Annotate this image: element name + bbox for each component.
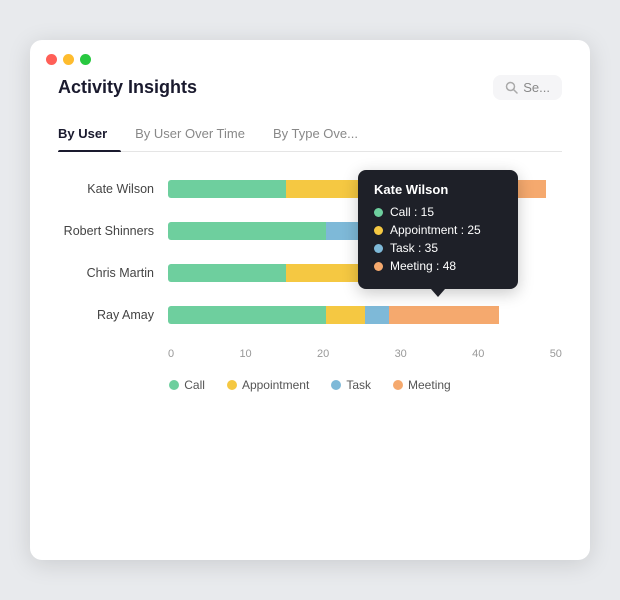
bar-call-chris — [168, 264, 286, 282]
legend-meeting-dot — [393, 380, 403, 390]
page-title: Activity Insights — [58, 77, 197, 98]
x-tick-30: 30 — [395, 348, 407, 360]
tooltip-row-meeting: Meeting : 48 — [374, 259, 502, 273]
bar-row-ray: Ray Amay — [58, 306, 562, 324]
header-row: Activity Insights Se... — [58, 75, 562, 100]
legend-call-label: Call — [184, 378, 205, 392]
bar-label-robert: Robert Shinners — [58, 224, 168, 238]
bar-call-robert — [168, 222, 326, 240]
bar-appointment-ray — [326, 306, 365, 324]
app-window: Activity Insights Se... By User By User … — [30, 40, 590, 560]
search-bar[interactable]: Se... — [493, 75, 562, 100]
legend-task-dot — [331, 380, 341, 390]
bar-label-chris: Chris Martin — [58, 266, 168, 280]
bar-label-ray: Ray Amay — [58, 308, 168, 322]
search-label: Se... — [523, 80, 550, 95]
search-icon — [505, 81, 518, 94]
maximize-dot[interactable] — [80, 54, 91, 65]
tooltip-call-dot — [374, 208, 383, 217]
tooltip-meeting-label: Meeting : 48 — [390, 259, 502, 273]
tooltip-call-label: Call : 15 — [390, 205, 502, 219]
tab-by-user-over-time[interactable]: By User Over Time — [135, 118, 259, 151]
tooltip-row-appointment: Appointment : 25 — [374, 223, 502, 237]
titlebar — [30, 40, 590, 75]
legend-task-label: Task — [346, 378, 371, 392]
tooltip-appointment-label: Appointment : 25 — [390, 223, 502, 237]
tooltip-row-call: Call : 15 — [374, 205, 502, 219]
tab-by-type[interactable]: By Type Ove... — [273, 118, 372, 151]
legend-appointment: Appointment — [227, 378, 309, 392]
bar-call-kate — [168, 180, 286, 198]
tooltip: Kate Wilson Call : 15 Appointment : 25 T… — [358, 170, 518, 289]
x-axis-labels: 0 10 20 30 40 50 — [168, 348, 562, 360]
minimize-dot[interactable] — [63, 54, 74, 65]
tab-by-user[interactable]: By User — [58, 118, 121, 151]
x-tick-20: 20 — [317, 348, 329, 360]
tooltip-row-task: Task : 35 — [374, 241, 502, 255]
main-content: Activity Insights Se... By User By User … — [30, 75, 590, 392]
legend-appointment-dot — [227, 380, 237, 390]
bar-meeting-ray — [389, 306, 499, 324]
tooltip-task-label: Task : 35 — [390, 241, 502, 255]
tab-bar: By User By User Over Time By Type Ove... — [58, 118, 562, 152]
chart-area: Kate Wilson Call : 15 Appointment : 25 T… — [58, 180, 562, 360]
x-tick-50: 50 — [550, 348, 562, 360]
x-tick-40: 40 — [472, 348, 484, 360]
x-axis: 0 10 20 30 40 50 — [168, 348, 562, 360]
chart-legend: Call Appointment Task Meeting — [58, 378, 562, 392]
tooltip-title: Kate Wilson — [374, 182, 502, 197]
close-dot[interactable] — [46, 54, 57, 65]
bar-call-ray — [168, 306, 326, 324]
legend-meeting: Meeting — [393, 378, 451, 392]
legend-appointment-label: Appointment — [242, 378, 309, 392]
x-tick-0: 0 — [168, 348, 174, 360]
legend-call: Call — [169, 378, 205, 392]
tooltip-appointment-dot — [374, 226, 383, 235]
x-tick-10: 10 — [239, 348, 251, 360]
tooltip-task-dot — [374, 244, 383, 253]
bar-label-kate: Kate Wilson — [58, 182, 168, 196]
legend-task: Task — [331, 378, 371, 392]
tooltip-meeting-dot — [374, 262, 383, 271]
legend-meeting-label: Meeting — [408, 378, 451, 392]
bar-task-ray — [365, 306, 389, 324]
legend-call-dot — [169, 380, 179, 390]
bar-track-ray[interactable] — [168, 306, 562, 324]
bar-appointment-kate — [286, 180, 365, 198]
